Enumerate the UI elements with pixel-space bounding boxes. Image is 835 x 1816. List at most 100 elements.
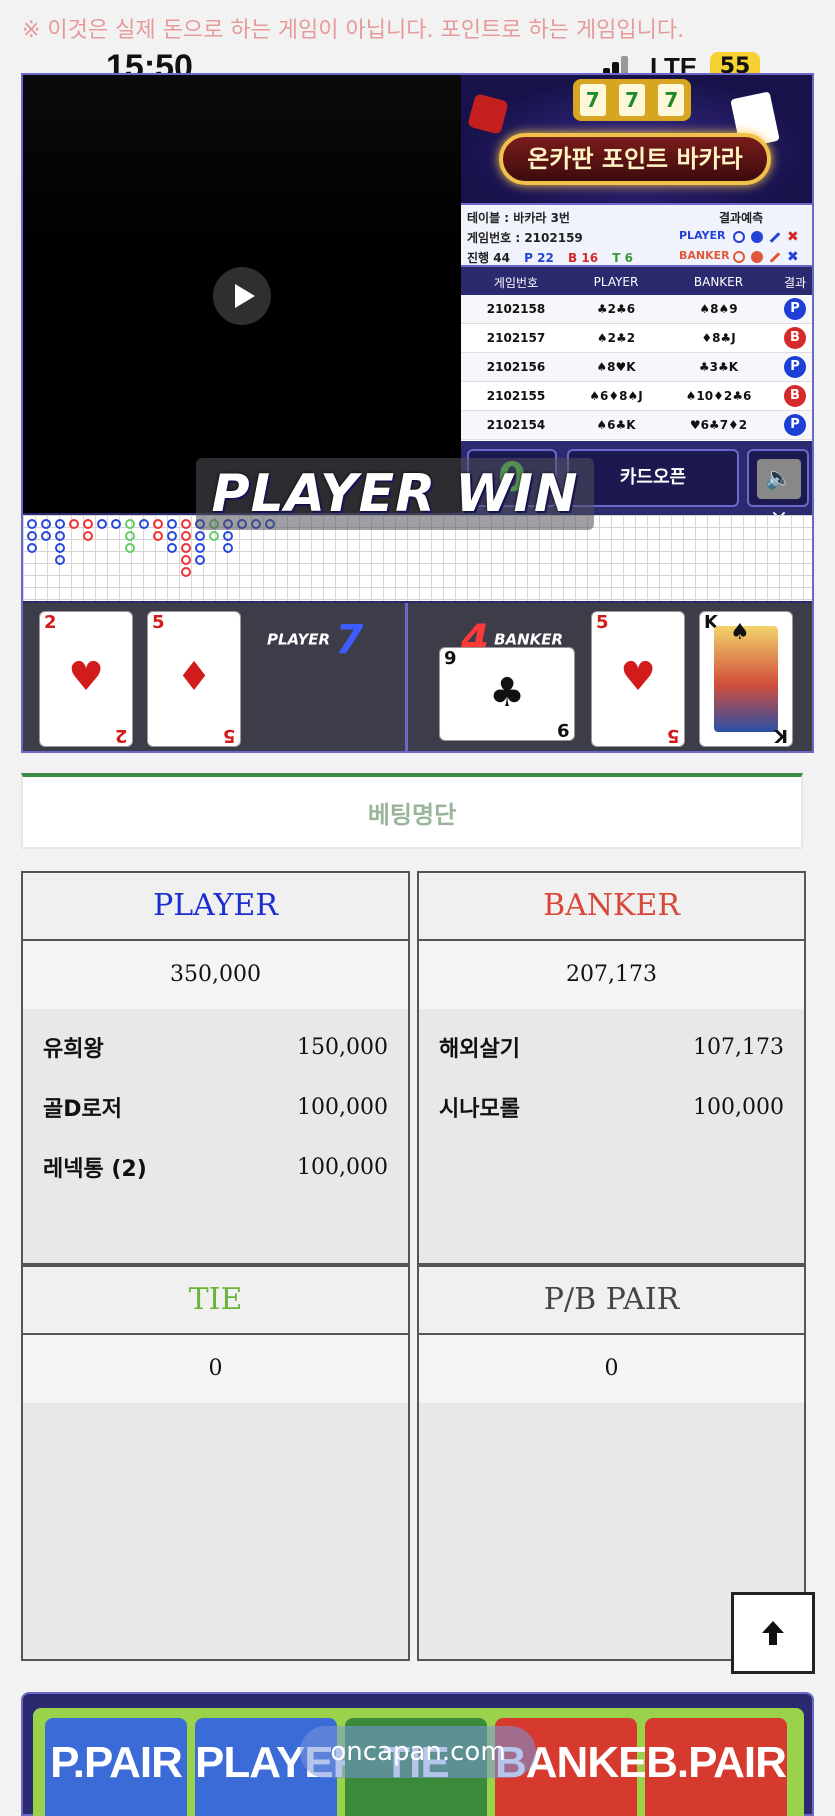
scroll-top-button[interactable]: [731, 1592, 815, 1674]
player-card-2: 5 ♦ 5: [147, 611, 241, 747]
card-rank: 2: [115, 725, 128, 746]
list-item: 시나모롤 100,000: [419, 1077, 804, 1137]
road-marker: [181, 531, 191, 541]
road-marker: [55, 531, 65, 541]
filled-circle-icon[interactable]: [751, 231, 763, 243]
notice-text: ※ 이것은 실제 돈으로 하는 게임이 아닙니다. 포인트로 하는 게임입니다.: [22, 18, 685, 43]
table-row: 2102154 ♠6♣K ♥6♣7♦2 P: [461, 411, 812, 440]
banner-title: 온카판 포인트 바카라: [499, 133, 771, 185]
bet-button-b-pair[interactable]: B.PAIR: [645, 1718, 787, 1816]
tie-bet-panel: TIE 0: [21, 1265, 410, 1661]
hollow-circle-icon[interactable]: [733, 251, 745, 263]
history-result: B: [776, 327, 812, 349]
player-bet-label: PLAYER: [23, 873, 408, 941]
game-number: 게임번호 : 2102159: [467, 231, 583, 245]
road-marker: [41, 519, 51, 529]
banker-card-2: 5 ♥ 5: [591, 611, 685, 747]
video-player[interactable]: [23, 75, 461, 513]
slot-reel: 7: [618, 84, 645, 116]
road-marker: [181, 519, 191, 529]
hollow-circle-icon[interactable]: [733, 231, 745, 243]
card-suit: ♣: [489, 670, 525, 716]
player-bet-panel: PLAYER 350,000 유희왕 150,000 골D로저 100,000 레넥통 …: [21, 871, 410, 1265]
road-marker: [27, 531, 37, 541]
road-marker: [195, 543, 205, 553]
play-icon[interactable]: [213, 267, 271, 325]
history-result: P: [776, 298, 812, 320]
road-marker: [97, 519, 107, 529]
table-row: 2102158 ♣2♣6 ♠8♠9 P: [461, 295, 812, 324]
road-marker: [181, 555, 191, 565]
bet-amount: 100,000: [297, 1094, 388, 1120]
road-marker: [139, 519, 149, 529]
card-rank: 2: [44, 612, 57, 633]
list-item: 골D로저 100,000: [23, 1077, 408, 1137]
speaker-mute-icon: 🔈×: [757, 459, 801, 531]
banker-card-1: 9 ♣ 9: [439, 647, 575, 741]
road-marker: [83, 519, 93, 529]
road-marker: [181, 567, 191, 577]
table-divider: [405, 603, 408, 751]
result-badge: B: [784, 327, 806, 349]
history-id: 2102157: [486, 331, 546, 345]
bettor-name: 시나모롤: [439, 1097, 520, 1122]
player-score-value: 7: [335, 617, 364, 663]
banker-bet-label: BANKER: [419, 873, 804, 941]
result-badge: P: [784, 356, 806, 378]
history-result: B: [776, 385, 812, 407]
road-marker: [69, 519, 79, 529]
bet-button-p-pair[interactable]: P.PAIR: [45, 1718, 187, 1816]
bettor-name: 레넥통 (2): [43, 1157, 147, 1182]
banker-bet-panel: BANKER 207,173 해외살기 107,173 시나모롤 100,000: [417, 871, 806, 1265]
watermark: oncapan.com: [300, 1726, 536, 1778]
banker-card-3: K ♠ K: [699, 611, 793, 747]
history-player-cards: ♠8♥K: [596, 360, 636, 374]
win-banner: PLAYER WIN: [196, 458, 594, 530]
history-col-result: 결과: [783, 275, 807, 290]
close-icon[interactable]: ✖: [787, 230, 799, 244]
result-badge: P: [784, 298, 806, 320]
tie-count: T 6: [612, 251, 633, 265]
history-id: 2102156: [486, 360, 546, 374]
history-table: 게임번호 PLAYER BANKER 결과 2102158 ♣2♣6 ♠8♠9 P 21…: [461, 269, 812, 441]
road-marker: [55, 555, 65, 565]
road-marker: [195, 531, 205, 541]
history-header: 게임번호 PLAYER BANKER 결과: [461, 269, 812, 295]
filled-circle-icon[interactable]: [751, 251, 763, 263]
mute-button[interactable]: 🔈×: [747, 449, 809, 531]
card-rank: 9: [557, 719, 570, 740]
history-player-cards: ♠6♣K: [596, 418, 636, 432]
history-col-banker: BANKER: [693, 275, 744, 289]
card-suit: ♥: [620, 654, 656, 700]
slash-icon[interactable]: [769, 231, 781, 243]
card-suit: ♥: [68, 654, 104, 700]
road-marker: [125, 543, 135, 553]
road-marker: [167, 531, 177, 541]
table-row: 2102156 ♠8♥K ♣3♣K P: [461, 353, 812, 382]
road-marker: [125, 531, 135, 541]
card-rank: 5: [667, 725, 680, 746]
road-marker: [167, 543, 177, 553]
bettor-name: 유희왕: [43, 1037, 104, 1062]
road-marker: [55, 519, 65, 529]
tie-bet-label: TIE: [23, 1267, 408, 1335]
arrow-up-icon: [762, 1621, 784, 1645]
game-info-panel: 7 7 7 온카판 포인트 바카라 테이블 : 바카라 3번 게임번호 : 21…: [461, 75, 812, 531]
slash-icon[interactable]: [769, 251, 781, 263]
history-banker-cards: ♥6♣7♦2: [689, 418, 748, 432]
card-rank: 5: [152, 612, 165, 633]
history-col-id: 게임번호: [493, 275, 539, 290]
close-icon[interactable]: ✖: [787, 250, 799, 264]
road-marker: [55, 543, 65, 553]
list-item: 유희왕 150,000: [23, 1017, 408, 1077]
pair-bet-total: 0: [419, 1335, 804, 1403]
prediction-player-label: PLAYER: [679, 229, 726, 242]
road-marker: [83, 531, 93, 541]
tie-bet-total: 0: [23, 1335, 408, 1403]
road-marker: [181, 543, 191, 553]
history-banker-cards: ♠8♠9: [699, 302, 738, 316]
prediction-banker-label: BANKER: [679, 249, 730, 262]
history-banker-cards: ♣3♣K: [698, 360, 739, 374]
road-marker: [167, 519, 177, 529]
prediction-banker-options: ✖: [733, 250, 799, 264]
